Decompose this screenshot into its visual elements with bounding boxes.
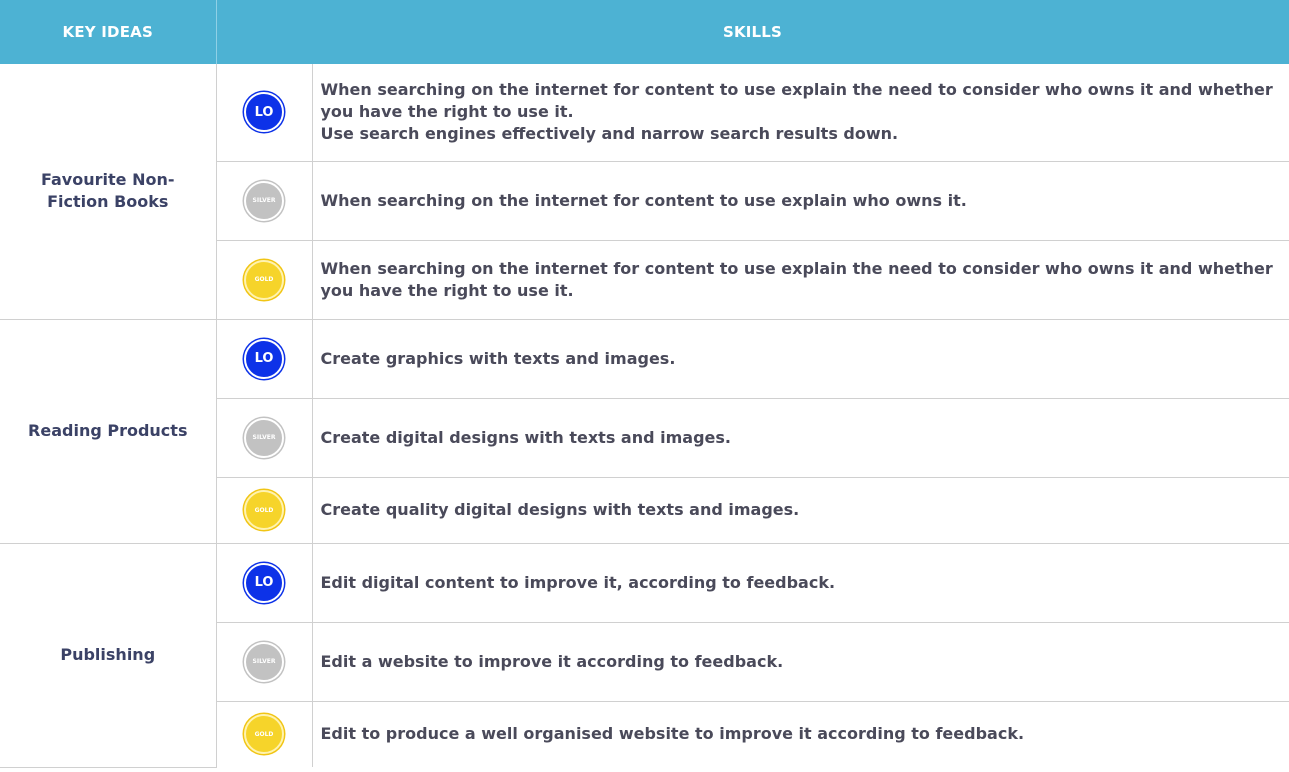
table-row: Publishing LO Edit digital content to im… [0, 543, 1289, 768]
gold-badge-icon: GOLD [244, 490, 284, 530]
silver-badge-icon: SILVER [244, 180, 284, 221]
badge-cell: GOLD [216, 701, 313, 767]
key-idea-cell: Reading Products [0, 319, 217, 544]
skill-text: Create digital designs with texts and im… [312, 398, 1289, 478]
badge-cell: GOLD [216, 477, 313, 544]
table-row: Favourite Non-Fiction Books LO When sear… [0, 64, 1289, 320]
badge-cell: SILVER [216, 398, 313, 478]
header-key-ideas: KEY IDEAS [0, 0, 217, 64]
skill-text: Edit to produce a well organised website… [320, 724, 1025, 744]
badge-cell: LO [216, 543, 313, 623]
lo-badge-icon: LO [244, 338, 284, 379]
table-header-row: KEY IDEAS SKILLS [0, 0, 1289, 64]
skill-text: Create graphics with texts and images. [312, 319, 1289, 399]
skill-text: Edit digital content to improve it, acco… [312, 543, 1289, 623]
badge-cell: SILVER [216, 161, 313, 241]
lo-badge-icon: LO [244, 92, 284, 133]
silver-badge-icon: SILVER [244, 417, 284, 458]
skill-text: Create quality digital designs with text… [312, 477, 1289, 544]
badge-cell: LO [216, 64, 313, 162]
badge-cell: GOLD [216, 240, 313, 320]
skill-text: When searching on the internet for conte… [312, 240, 1289, 320]
gold-badge-icon: GOLD [244, 259, 284, 300]
skills-page: KEY IDEAS SKILLS Favourite Non-Fiction B… [0, 0, 1289, 772]
skills-table: KEY IDEAS SKILLS Favourite Non-Fiction B… [0, 0, 1289, 768]
badge-cell: SILVER [216, 622, 313, 702]
gold-badge-icon: GOLD [244, 714, 284, 755]
lo-badge-icon: LO [244, 562, 284, 603]
key-idea-cell: Publishing [0, 543, 217, 768]
skill-text: Edit a website to improve it according t… [312, 622, 1289, 702]
silver-badge-icon: SILVER [244, 641, 284, 682]
key-idea-cell: Favourite Non-Fiction Books [0, 64, 217, 320]
badge-cell: LO [216, 319, 313, 399]
skill-text: When searching on the internet for conte… [312, 64, 1289, 162]
table-row: Reading Products LO Create graphics with… [0, 319, 1289, 544]
skill-text: When searching on the internet for conte… [312, 161, 1289, 241]
header-skills: SKILLS [216, 0, 1289, 64]
